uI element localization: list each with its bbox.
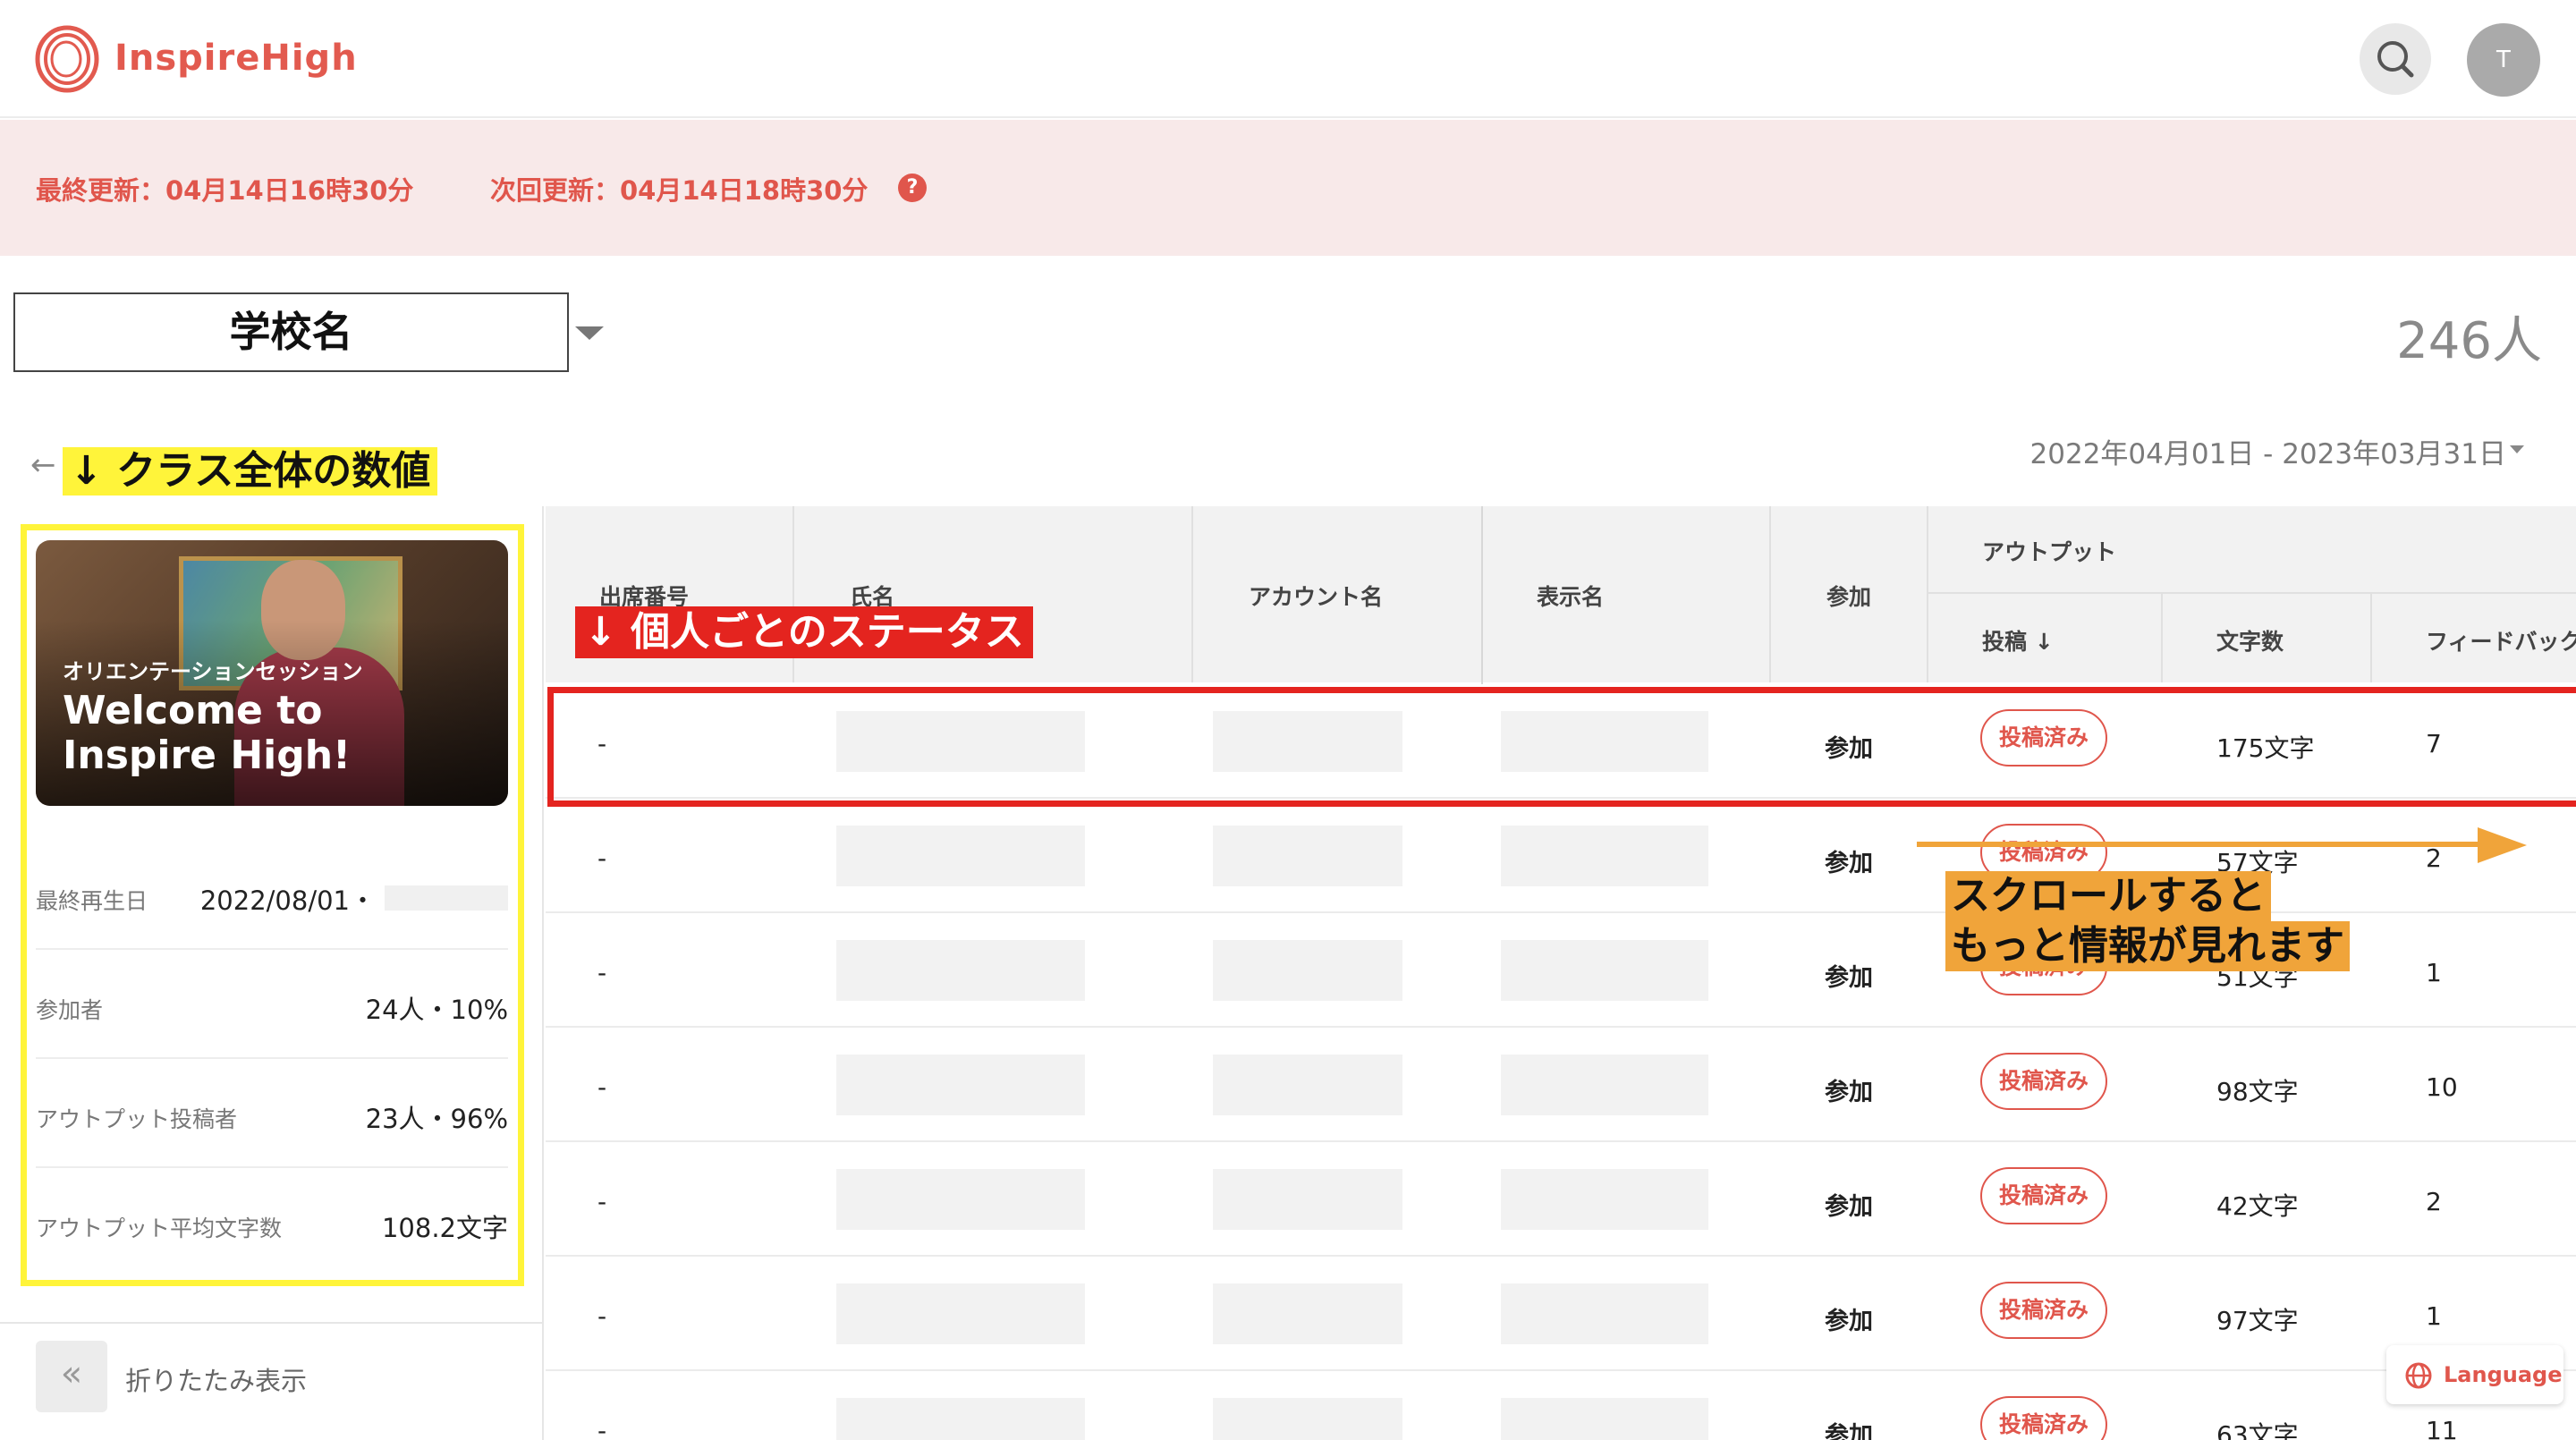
inspirehigh-logo-icon[interactable]: [34, 23, 100, 95]
cell-join: 参加: [1825, 850, 1873, 877]
panel-divider: [0, 1322, 544, 1324]
collapse-label[interactable]: 折りたたみ表示: [125, 1360, 307, 1398]
cell-chars: 98文字: [2216, 1077, 2299, 1106]
table-row[interactable]: - 参加 投稿済み 42文字 2: [546, 1142, 2576, 1257]
column-divider: [1927, 506, 1928, 682]
cell-feedback: 1: [2426, 958, 2442, 987]
app-header: InspireHigh T: [0, 0, 2576, 118]
redacted-display: [1501, 1055, 1708, 1115]
redacted-display: [1501, 1283, 1708, 1344]
th-account[interactable]: アカウント名: [1249, 580, 1383, 612]
column-divider: [1769, 506, 1771, 682]
student-count: 246人: [2396, 312, 2542, 370]
redacted-display: [1501, 826, 1708, 886]
redacted-account: [1213, 1283, 1402, 1344]
redacted-display: [1501, 1398, 1708, 1440]
next-update-text: 次回更新：04月14日18時30分: [490, 175, 869, 206]
globe-icon: [2405, 1362, 2432, 1389]
logo-text[interactable]: InspireHigh: [114, 38, 358, 79]
th-feedback[interactable]: フィードバック: [2426, 624, 2576, 656]
cell-seat: -: [597, 1072, 607, 1102]
cell-seat: -: [597, 1187, 607, 1216]
collapse-button[interactable]: «: [36, 1341, 107, 1412]
redacted-account: [1213, 940, 1402, 1001]
cell-seat: -: [597, 1301, 607, 1331]
redacted-account: [1213, 1169, 1402, 1230]
cell-chars: 42文字: [2216, 1191, 2299, 1221]
cell-join: 参加: [1825, 1422, 1873, 1440]
redacted-account: [1213, 1055, 1402, 1115]
date-range-select[interactable]: 2022年04月01日 - 2023年03月31日: [2030, 431, 2506, 471]
back-arrow-icon[interactable]: ←: [30, 447, 56, 483]
school-select[interactable]: 学校名: [13, 292, 569, 372]
annotation-class-totals: ↓ クラス全体の数値: [63, 447, 438, 496]
cell-feedback: 11: [2426, 1416, 2458, 1440]
redacted-account: [1213, 1398, 1402, 1440]
posted-badge[interactable]: 投稿済み: [1980, 1053, 2107, 1110]
annotation-yellow-box: [21, 524, 524, 1286]
column-divider: [1191, 506, 1193, 682]
redacted-name: [836, 826, 1085, 886]
th-display[interactable]: 表示名: [1537, 580, 1604, 612]
cell-feedback: 2: [2426, 843, 2442, 873]
cell-join: 参加: [1825, 1308, 1873, 1335]
cell-join: 参加: [1825, 1193, 1873, 1221]
posted-badge[interactable]: 投稿済み: [1980, 1282, 2107, 1339]
cell-chars: 97文字: [2216, 1306, 2299, 1335]
redacted-name: [836, 1283, 1085, 1344]
search-button[interactable]: [2360, 23, 2431, 95]
redacted-display: [1501, 1169, 1708, 1230]
redacted-name: [836, 1398, 1085, 1440]
header-divider: [1927, 592, 2576, 594]
posted-badge[interactable]: 投稿済み: [1980, 1167, 2107, 1224]
table-row[interactable]: - 参加 投稿済み 98文字 10: [546, 1028, 2576, 1142]
annotation-scroll-hint-1: スクロールすると: [1945, 871, 2271, 921]
th-chars[interactable]: 文字数: [2216, 624, 2284, 656]
column-divider: [2370, 592, 2372, 682]
cell-feedback: 2: [2426, 1187, 2442, 1216]
scroll-arrow-line: [1917, 842, 2489, 847]
annotation-red-box: [547, 687, 2576, 807]
table-row[interactable]: - 参加 投稿済み 57文字 2: [546, 799, 2576, 913]
date-chevron-down-icon[interactable]: [2510, 445, 2524, 453]
help-icon[interactable]: ?: [898, 174, 927, 202]
redacted-account: [1213, 826, 1402, 886]
redacted-display: [1501, 940, 1708, 1001]
cell-seat: -: [597, 958, 607, 987]
cell-seat: -: [597, 1416, 607, 1440]
cell-seat: -: [597, 843, 607, 873]
posted-badge[interactable]: 投稿済み: [1980, 1396, 2107, 1440]
scroll-arrow-right-icon: [2478, 827, 2527, 863]
th-join[interactable]: 参加: [1826, 580, 1871, 612]
cell-feedback: 1: [2426, 1301, 2442, 1331]
redacted-name: [836, 940, 1085, 1001]
chevron-down-icon[interactable]: [575, 326, 604, 340]
cell-join: 参加: [1825, 964, 1873, 992]
table-row[interactable]: - 参加 投稿済み 63文字 11: [546, 1371, 2576, 1440]
table-row[interactable]: - 参加 投稿済み 97文字 1: [546, 1257, 2576, 1371]
column-divider: [2161, 592, 2163, 682]
last-update-text: 最終更新：04月14日16時30分: [36, 175, 414, 206]
th-output: アウトプット: [1982, 539, 2117, 565]
search-icon: [2377, 41, 2414, 78]
cell-feedback: 10: [2426, 1072, 2458, 1102]
user-avatar[interactable]: T: [2467, 23, 2540, 97]
redacted-name: [836, 1169, 1085, 1230]
th-post[interactable]: 投稿 ↓: [1982, 624, 2054, 656]
cell-join: 参加: [1825, 1079, 1873, 1106]
annotation-scroll-hint-2: もっと情報が見れます: [1945, 921, 2350, 971]
cell-chars: 63文字: [2216, 1420, 2299, 1440]
annotation-individual-status: ↓ 個人ごとのステータス: [575, 606, 1033, 658]
redacted-name: [836, 1055, 1085, 1115]
